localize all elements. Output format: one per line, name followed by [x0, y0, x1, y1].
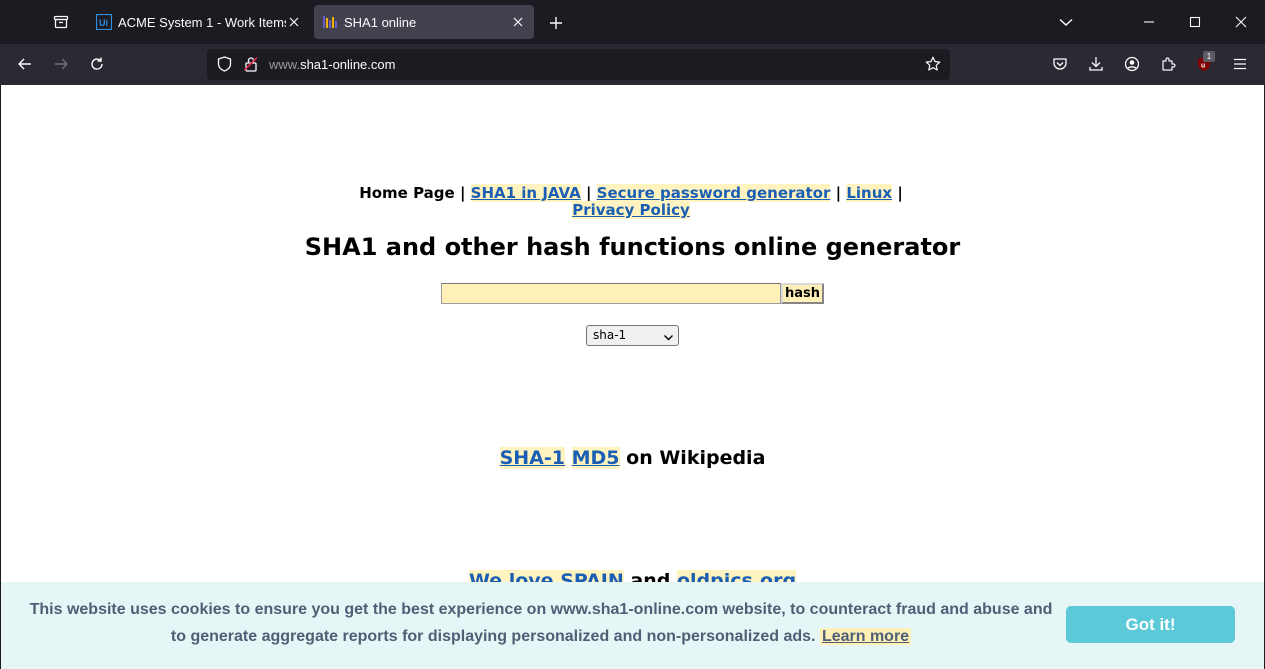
reload-icon[interactable] — [86, 53, 108, 75]
web-page: Home Page | SHA1 in JAVA | Secure passwo… — [1, 85, 1264, 669]
learn-more-link[interactable]: Learn more — [819, 628, 912, 645]
list-all-tabs-icon[interactable] — [1055, 11, 1077, 33]
wiki-link-md5[interactable]: MD5 — [571, 447, 620, 469]
url-domain: sha1-online.com — [300, 57, 396, 72]
sha1-online-icon — [322, 14, 338, 30]
nav-link-sha1-java[interactable]: SHA1 in JAVA — [470, 184, 581, 202]
pocket-icon[interactable] — [1049, 53, 1071, 75]
new-tab-icon[interactable] — [545, 12, 567, 34]
url-text[interactable]: www.sha1-online.com — [269, 57, 395, 72]
hash-input[interactable] — [441, 283, 781, 304]
close-window-icon[interactable] — [1230, 11, 1252, 33]
extension-badge: 1 — [1203, 51, 1215, 62]
close-tab-icon[interactable] — [510, 14, 526, 30]
top-nav: Home Page | SHA1 in JAVA | Secure passwo… — [331, 184, 931, 219]
address-bar[interactable]: www.sha1-online.com — [207, 49, 950, 80]
back-icon[interactable] — [14, 53, 36, 75]
maximize-icon[interactable] — [1184, 11, 1206, 33]
tab-overview-icon[interactable] — [51, 12, 71, 32]
downloads-icon[interactable] — [1085, 53, 1107, 75]
chevron-down-icon — [663, 330, 674, 349]
wikipedia-links: SHA-1 MD5 on Wikipedia — [1, 447, 1264, 469]
algorithm-select-value: sha-1 — [593, 328, 627, 342]
close-tab-icon[interactable] — [286, 14, 302, 30]
nav-link-password-generator[interactable]: Secure password generator — [596, 184, 831, 202]
account-icon[interactable] — [1121, 53, 1143, 75]
insecure-lock-icon[interactable] — [242, 55, 260, 73]
page-title: SHA1 and other hash functions online gen… — [304, 233, 961, 261]
bookmark-star-icon[interactable] — [924, 55, 942, 73]
nav-separator: | — [897, 184, 903, 202]
tab-acme[interactable]: Ui ACME System 1 - Work Items — [88, 5, 310, 39]
hash-button[interactable]: hash — [781, 283, 824, 304]
algorithm-select[interactable]: sha-1 — [586, 325, 679, 346]
uipath-icon: Ui — [95, 13, 113, 31]
forward-icon[interactable] — [50, 53, 72, 75]
shield-icon[interactable] — [215, 55, 233, 73]
svg-text:Ui: Ui — [99, 18, 108, 28]
nav-separator: | — [585, 184, 592, 202]
svg-text:u: u — [1201, 63, 1205, 70]
tab-title: SHA1 online — [344, 14, 417, 30]
extensions-icon[interactable] — [1157, 53, 1179, 75]
nav-toolbar: www.sha1-online.com u — [0, 44, 1265, 85]
tab-sha1-online[interactable]: SHA1 online — [314, 5, 534, 39]
cookie-message: This website uses cookies to ensure you … — [21, 596, 1061, 650]
nav-separator: | — [459, 184, 466, 202]
wiki-suffix: on Wikipedia — [626, 447, 766, 469]
cookie-banner: This website uses cookies to ensure you … — [1, 582, 1264, 669]
tab-bar: Ui ACME System 1 - Work Items SHA1 onlin… — [0, 0, 1265, 44]
menu-icon[interactable] — [1229, 53, 1251, 75]
nav-link-privacy-policy[interactable]: Privacy Policy — [572, 201, 690, 219]
nav-separator: | — [835, 184, 842, 202]
minimize-icon[interactable] — [1138, 11, 1160, 33]
got-it-button[interactable]: Got it! — [1066, 606, 1235, 643]
wiki-link-sha1[interactable]: SHA-1 — [499, 447, 565, 469]
nav-link-linux[interactable]: Linux — [846, 184, 893, 202]
nav-home: Home Page — [359, 184, 455, 202]
url-prefix: www. — [269, 57, 301, 72]
tab-title: ACME System 1 - Work Items — [118, 14, 287, 30]
